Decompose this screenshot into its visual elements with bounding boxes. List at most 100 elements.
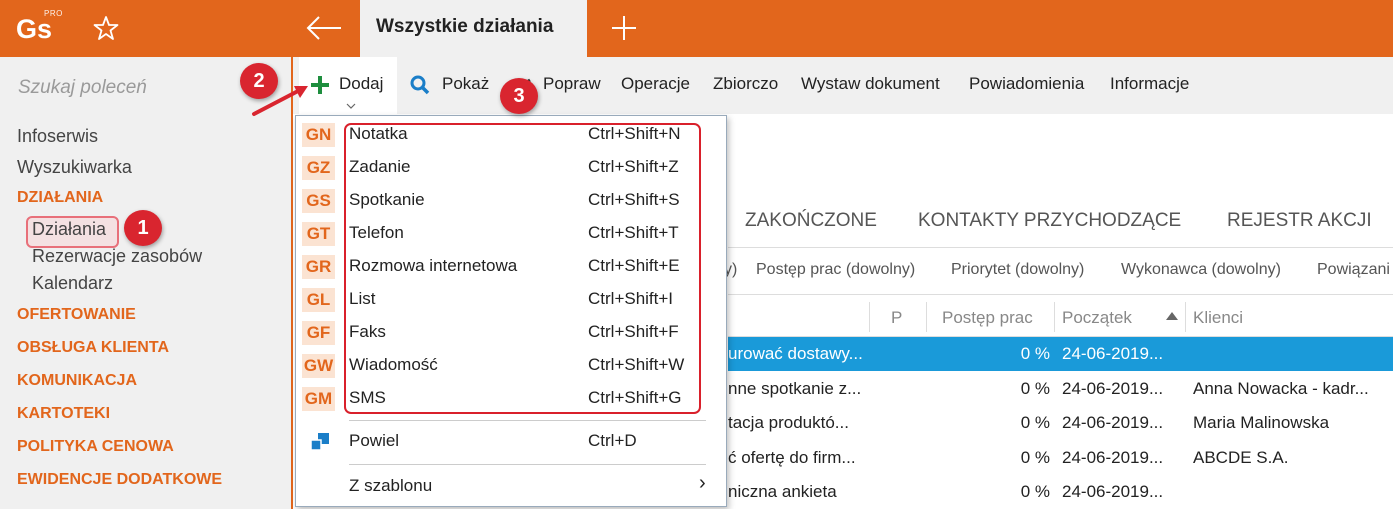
menu-item-label: Powiel <box>349 431 400 450</box>
back-arrow-icon[interactable] <box>305 12 343 44</box>
cell-postep: 0 % <box>1020 379 1050 398</box>
annotation-badge-2: 2 <box>240 63 278 99</box>
cell-name: tacja produktó... <box>728 413 849 432</box>
code-badge: GF <box>302 321 335 345</box>
cell-postep: 0 % <box>1020 448 1050 467</box>
menu-item-powiel[interactable]: Powiel Ctrl+D <box>296 426 726 459</box>
new-tab-plus-icon[interactable] <box>610 14 638 42</box>
code-badge: GN <box>302 123 335 147</box>
menu-item-shortcut: Ctrl+D <box>588 431 637 450</box>
sidebar-section-kartoteki[interactable]: KARTOTEKI <box>17 405 110 423</box>
show-button[interactable]: Pokaż <box>442 74 489 94</box>
tab-wszystkie-dzialania[interactable]: Wszystkie działania <box>360 0 587 57</box>
filter-postep[interactable]: Postęp prac (dowolny) <box>756 261 915 279</box>
cell-poczatek: 24-06-2019... <box>1062 379 1164 398</box>
grid-header: P Postęp prac Początek Klienci <box>728 298 1393 337</box>
filter-priorytet[interactable]: Priorytet (dowolny) <box>951 261 1084 279</box>
cell-name: nne spotkanie z... <box>728 379 862 398</box>
toolbar: Dodaj Pokaż Popraw Operacje Zbiorczo Wys… <box>293 57 1393 114</box>
tab-kontakty-przychodzace[interactable]: KONTAKTY PRZYCHODZĄCE <box>918 210 1181 232</box>
code-badge: GM <box>302 387 335 411</box>
column-header-postep[interactable]: Postęp prac <box>942 308 1033 328</box>
sidebar-section-polityka-cenowa[interactable]: POLITYKA CENOWA <box>17 438 174 456</box>
information-menu[interactable]: Informacje <box>1110 74 1189 94</box>
menu-separator <box>349 420 706 421</box>
code-badge: GT <box>302 222 335 246</box>
sidebar-item-wyszukiwarka[interactable]: Wyszukiwarka <box>17 157 132 178</box>
sidebar-section-komunikacja[interactable]: KOMUNIKACJA <box>17 372 137 390</box>
tab-zakonczone[interactable]: ZAKOŃCZONE <box>745 210 877 232</box>
plus-icon <box>311 76 329 94</box>
table-row[interactable]: tacja produktó... 0 % 24-06-2019... Mari… <box>728 406 1393 440</box>
search-icon <box>410 75 430 95</box>
cell-postep: 0 % <box>1020 344 1050 363</box>
cell-poczatek: 24-06-2019... <box>1062 482 1164 501</box>
annotation-badge-3: 3 <box>500 78 538 114</box>
chevron-down-icon <box>346 103 356 109</box>
table-row[interactable]: niczna ankieta 0 % 24-06-2019... <box>728 475 1393 509</box>
cell-poczatek: 24-06-2019... <box>1062 344 1164 363</box>
column-header-poczatek[interactable]: Początek <box>1062 308 1132 328</box>
sidebar-section-dzialania[interactable]: DZIAŁANIA <box>17 189 103 207</box>
issue-document-menu[interactable]: Wystaw dokument <box>801 74 940 94</box>
menu-separator <box>349 464 706 465</box>
app-logo[interactable]: Gs PRO <box>0 0 70 57</box>
sidebar-section-ofertowanie[interactable]: OFERTOWANIE <box>17 306 136 324</box>
sidebar-item-infoserwis[interactable]: Infoserwis <box>17 126 98 147</box>
logo-text: Gs <box>16 14 53 44</box>
edit-button[interactable]: Popraw <box>543 74 601 94</box>
sidebar-item-dzialania[interactable]: Działania <box>32 219 106 240</box>
table-row[interactable]: ć ofertę do firm... 0 % 24-06-2019... AB… <box>728 441 1393 475</box>
cell-poczatek: 24-06-2019... <box>1062 413 1164 432</box>
add-button[interactable]: Dodaj <box>299 57 397 114</box>
cell-klienci: ABCDE S.A. <box>1193 448 1289 467</box>
menu-item-label: Z szablonu <box>349 476 433 495</box>
menu-item-z-szablonu[interactable]: Z szablonu › <box>296 471 726 504</box>
logo-sup: PRO <box>44 9 63 18</box>
column-separator <box>869 302 870 332</box>
sort-up-icon <box>1166 312 1178 320</box>
chevron-right-icon: › <box>699 472 706 494</box>
table-row[interactable]: urować dostawy... 0 % 24-06-2019... <box>728 337 1393 371</box>
sidebar-section-ewidencje[interactable]: EWIDENCJE DODATKOWE <box>17 471 222 489</box>
bulk-menu[interactable]: Zbiorczo <box>713 74 778 94</box>
cell-poczatek: 24-06-2019... <box>1062 448 1164 467</box>
tab-title: Wszystkie działania <box>376 16 554 37</box>
sidebar-item-kalendarz[interactable]: Kalendarz <box>32 273 113 294</box>
star-icon[interactable] <box>93 15 119 41</box>
add-label: Dodaj <box>339 74 384 93</box>
search-input[interactable]: Szukaj poleceń <box>18 77 147 99</box>
tab-rejestr-akcji[interactable]: REJESTR AKCJI <box>1227 210 1372 232</box>
filter-wykonawca[interactable]: Wykonawca (dowolny) <box>1121 261 1281 279</box>
cell-postep: 0 % <box>1020 482 1050 501</box>
sidebar-section-obsluga-klienta[interactable]: OBSŁUGA KLIENTA <box>17 339 169 357</box>
code-badge: GZ <box>302 156 335 180</box>
cell-postep: 0 % <box>1020 413 1050 432</box>
column-separator <box>1185 302 1186 332</box>
add-dropdown-menu: GN Notatka Ctrl+Shift+N GZ Zadanie Ctrl+… <box>295 115 727 507</box>
cell-name: niczna ankieta <box>728 482 837 501</box>
column-separator <box>1054 302 1055 332</box>
code-badge: GL <box>302 288 335 312</box>
code-badge: GW <box>302 354 335 378</box>
column-separator <box>926 302 927 332</box>
sidebar: Szukaj poleceń Infoserwis Wyszukiwarka D… <box>0 57 291 509</box>
duplicate-icon <box>310 433 329 451</box>
notifications-menu[interactable]: Powiadomienia <box>969 74 1084 94</box>
sidebar-item-rezerwacje[interactable]: Rezerwacje zasobów <box>32 246 202 267</box>
cell-klienci: Maria Malinowska <box>1193 413 1330 432</box>
column-header-p[interactable]: P <box>891 308 902 328</box>
column-header-klienci[interactable]: Klienci <box>1193 308 1243 328</box>
filter-powiazani[interactable]: Powiązani <box>1317 261 1390 279</box>
cell-klienci: Anna Nowacka - kadr... <box>1193 379 1369 398</box>
annotation-badge-1: 1 <box>124 210 162 246</box>
cell-name: urować dostawy... <box>728 344 863 363</box>
top-bar: Gs PRO Wszystkie działania <box>0 0 1393 57</box>
operations-menu[interactable]: Operacje <box>621 74 690 94</box>
sidebar-divider <box>291 57 293 509</box>
filter-row: y) Postęp prac (dowolny) Priorytet (dowo… <box>724 247 1393 295</box>
cell-name: ć ofertę do firm... <box>728 448 856 467</box>
code-badge: GS <box>302 189 335 213</box>
code-badge: GR <box>302 255 335 279</box>
table-row[interactable]: nne spotkanie z... 0 % 24-06-2019... Ann… <box>728 372 1393 406</box>
